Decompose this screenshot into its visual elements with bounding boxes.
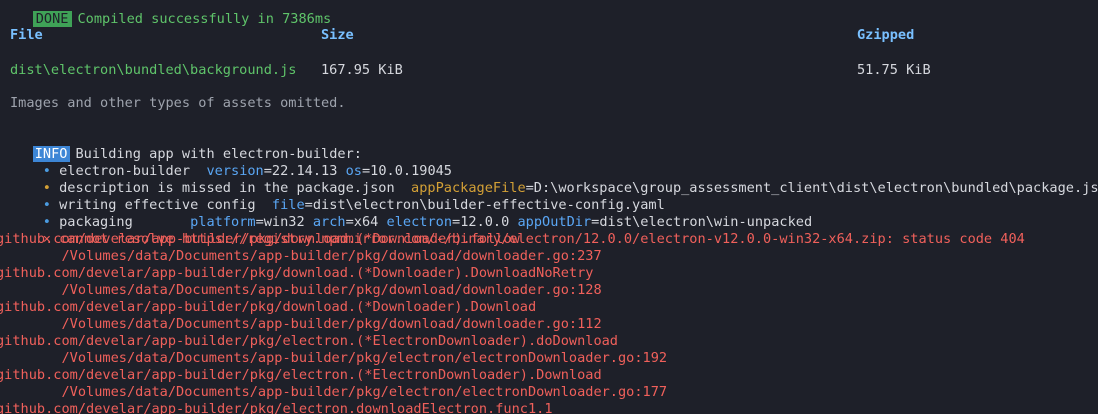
row-gzipped: 51.75 KiB <box>857 62 931 78</box>
header-gzipped: Gzipped <box>857 27 915 43</box>
builder-line-4: • packaging platform=win32 arch=x64 elec… <box>10 197 812 230</box>
done-badge: DONE <box>32 11 72 27</box>
header-file: File <box>10 27 43 43</box>
stack-line: github.com/develar/app-builder/pkg/downl… <box>0 299 537 315</box>
stack-line: /Volumes/data/Documents/app-builder/pkg/… <box>0 350 668 366</box>
info-line: INFO Building app with electron-builder: <box>0 129 362 162</box>
stack-line: github.com/develar/app-builder/pkg/downl… <box>0 265 594 281</box>
terminal-output[interactable]: DONE Compiled successfully in 7386ms File… <box>0 0 1098 414</box>
assets-note: Images and other types of assets omitted… <box>10 95 346 111</box>
row-file: dist\electron\bundled\background.js <box>10 62 297 78</box>
stack-line: github.com/develar/app-builder/pkg/elect… <box>0 401 553 414</box>
status-line: DONE Compiled successfully in 7386ms <box>0 0 331 27</box>
builder-line-2: • description is missed in the package.j… <box>10 163 1098 196</box>
row-size: 167.95 KiB <box>321 62 403 78</box>
header-size: Size <box>321 27 354 43</box>
stack-line: github.com/develar/app-builder/pkg/downl… <box>0 231 520 247</box>
stack-line: github.com/develar/app-builder/pkg/elect… <box>0 333 618 349</box>
stack-line: /Volumes/data/Documents/app-builder/pkg/… <box>0 282 602 298</box>
stack-line: /Volumes/data/Documents/app-builder/pkg/… <box>0 248 602 264</box>
stack-line: /Volumes/data/Documents/app-builder/pkg/… <box>0 316 602 332</box>
status-text: Compiled successfully in 7386ms <box>77 11 332 27</box>
stack-line: /Volumes/data/Documents/app-builder/pkg/… <box>0 384 668 400</box>
stack-line: github.com/develar/app-builder/pkg/elect… <box>0 367 602 383</box>
builder-line-3: • writing effective config file=dist\ele… <box>10 180 665 213</box>
builder-line-5-error: × cannot resolve https://registry.npmmir… <box>10 214 1025 247</box>
builder-line-1: • electron-builder version=22.14.13 os=1… <box>10 146 452 179</box>
